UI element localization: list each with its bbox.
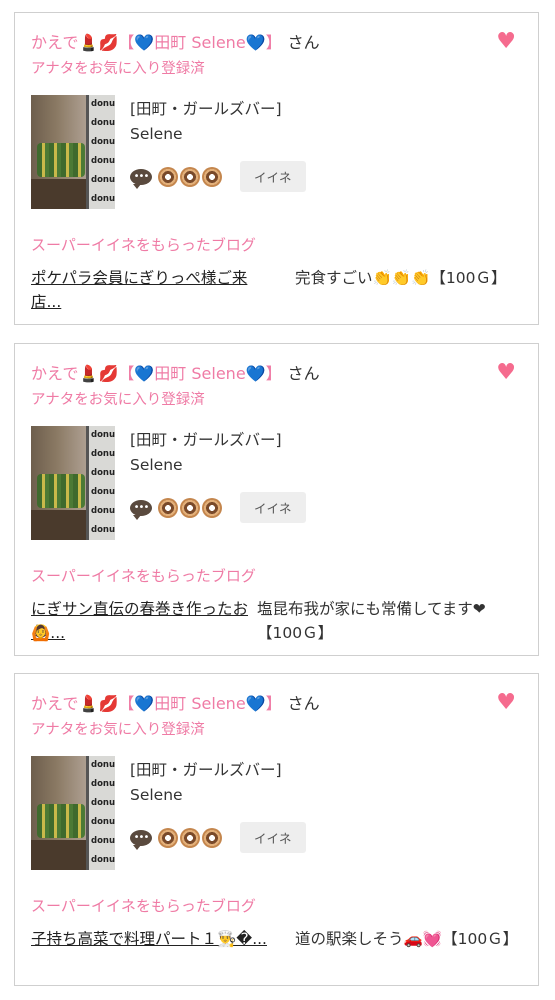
photo-window: donut donut donut donut donut donut (86, 756, 115, 870)
blog-comment: 完食すごい👏👏👏【100Ｇ】 (295, 269, 507, 287)
photo-food (37, 474, 85, 508)
name-emojis: 💄💋 (78, 364, 119, 383)
donut-icon (202, 827, 222, 848)
photo-window-text: donut (91, 779, 115, 789)
iine-button[interactable]: イイネ (240, 161, 306, 192)
photo-window-text: donut (91, 137, 115, 147)
shop-name[interactable]: [田町・ガールズバー] (130, 428, 282, 450)
super-iine-heading: スーパーイイネをもらったブログ (31, 897, 256, 915)
honorific: さん (287, 694, 320, 713)
photo-window-text: donut (91, 156, 115, 166)
shop-name[interactable]: [田町・ガールズバー] (130, 758, 282, 780)
girl-name-line[interactable]: かえで💄💋【💙田町 Selene💙】 さん (31, 360, 320, 384)
name-emojis: 💄💋 (78, 694, 119, 713)
donut-icon (158, 827, 178, 848)
photo-window-text: donut (91, 175, 115, 185)
speech-bubble-icon: ••• (130, 829, 152, 850)
shop-name[interactable]: [田町・ガールズバー] (130, 97, 282, 119)
super-iine-heading: スーパーイイネをもらったブログ (31, 567, 256, 585)
blog-title-link[interactable]: 子持ち高菜で料理パート１👨‍🍳�... (31, 927, 273, 951)
donut-rating (158, 166, 222, 187)
photo-window-text: donut (91, 798, 115, 808)
honorific: さん (287, 33, 320, 52)
photo-food (37, 804, 85, 838)
girl-name: かえで (31, 694, 79, 713)
blog-comment: 塩昆布我が家にも常備してます❤【100Ｇ】 (257, 600, 486, 642)
girl-photo[interactable]: donut donut donut donut donut donut (31, 756, 115, 870)
favorite-status: アナタをお気に入り登録済 (31, 61, 205, 77)
donut-icon (180, 166, 200, 187)
photo-window: donut donut donut donut donut donut (86, 95, 115, 209)
photo-window-text: donut (91, 194, 115, 204)
photo-window-text: donut (91, 760, 115, 770)
heart-icon[interactable]: ♥ (496, 690, 516, 715)
rating-row: ••• イイネ (130, 161, 306, 192)
super-iine-heading: スーパーイイネをもらったブログ (31, 236, 256, 254)
speech-bubble-icon: ••• (130, 499, 152, 520)
favorite-status: アナタをお気に入り登録済 (31, 722, 205, 738)
heart-icon[interactable]: ♥ (496, 29, 516, 54)
photo-window-text: donut (91, 525, 115, 535)
photo-counter (31, 510, 89, 540)
girl-name-line[interactable]: かえで💄💋【💙田町 Selene💙】 さん (31, 29, 320, 53)
photo-window-text: donut (91, 118, 115, 128)
donut-icon (202, 166, 222, 187)
photo-window-text: donut (91, 855, 115, 865)
rating-row: ••• イイネ (130, 492, 306, 523)
photo-window-text: donut (91, 506, 115, 516)
photo-window: donut donut donut donut donut donut (86, 426, 115, 540)
photo-window-text: donut (91, 449, 115, 459)
girl-name: かえで (31, 364, 79, 383)
donut-rating (158, 497, 222, 518)
girl-label[interactable]: Selene (130, 786, 183, 804)
speech-bubble-icon: ••• (130, 168, 152, 189)
favorite-status: アナタをお気に入り登録済 (31, 392, 205, 408)
photo-window-text: donut (91, 430, 115, 440)
girl-card[interactable]: かえで💄💋【💙田町 Selene💙】 さん ♥ アナタをお気に入り登録済 donu… (14, 12, 539, 325)
girl-photo[interactable]: donut donut donut donut donut donut (31, 426, 115, 540)
photo-counter (31, 179, 89, 209)
photo-window-text: donut (91, 468, 115, 478)
girl-card[interactable]: かえで💄💋【💙田町 Selene💙】 さん ♥ アナタをお気に入り登録済 donu… (14, 343, 539, 656)
girl-label[interactable]: Selene (130, 456, 183, 474)
donut-icon (158, 166, 178, 187)
shop-tag: 【💙田町 Selene💙】 (118, 694, 282, 713)
shop-tag: 【💙田町 Selene💙】 (118, 33, 282, 52)
photo-window-text: donut (91, 817, 115, 827)
donut-rating (158, 827, 222, 848)
donut-icon (180, 497, 200, 518)
heart-icon[interactable]: ♥ (496, 360, 516, 385)
photo-window-text: donut (91, 99, 115, 109)
donut-icon (202, 497, 222, 518)
donut-icon (180, 827, 200, 848)
girl-name-line[interactable]: かえで💄💋【💙田町 Selene💙】 さん (31, 690, 320, 714)
photo-food (37, 143, 85, 177)
iine-button[interactable]: イイネ (240, 822, 306, 853)
rating-row: ••• イイネ (130, 822, 306, 853)
shop-tag: 【💙田町 Selene💙】 (118, 364, 282, 383)
girl-label[interactable]: Selene (130, 125, 183, 143)
blog-comment: 道の駅楽しそう🚗💓【100Ｇ】 (295, 930, 519, 948)
photo-counter (31, 840, 89, 870)
girl-card[interactable]: かえで💄💋【💙田町 Selene💙】 さん ♥ アナタをお気に入り登録済 donu… (14, 673, 539, 986)
girl-photo[interactable]: donut donut donut donut donut donut (31, 95, 115, 209)
photo-window-text: donut (91, 836, 115, 846)
honorific: さん (287, 364, 320, 383)
name-emojis: 💄💋 (78, 33, 119, 52)
blog-title-link[interactable]: にぎサン直伝の春巻き作ったお🙆... (31, 597, 257, 645)
girl-name: かえで (31, 33, 79, 52)
photo-window-text: donut (91, 487, 115, 497)
blog-title-link[interactable]: ポケパラ会員にぎりっぺ様ご来店... (31, 266, 273, 314)
iine-button[interactable]: イイネ (240, 492, 306, 523)
donut-icon (158, 497, 178, 518)
